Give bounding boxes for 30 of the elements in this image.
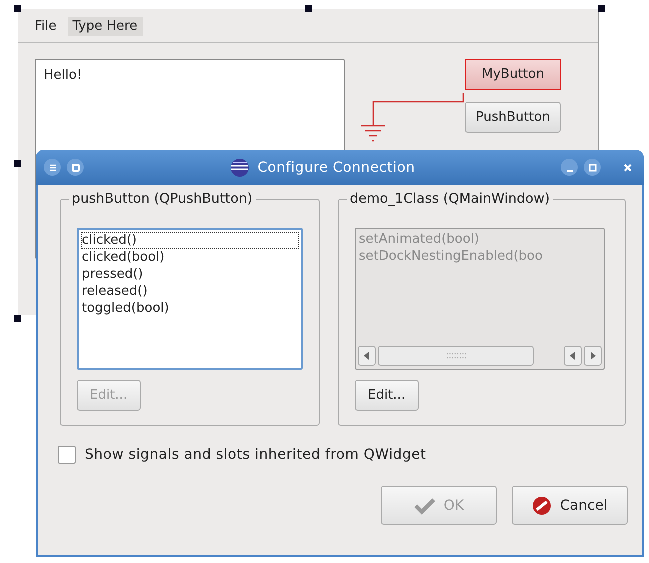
list-item[interactable]: clicked(bool) [81,249,299,266]
selection-handle[interactable] [305,5,312,12]
checkbox[interactable] [58,446,76,464]
list-box[interactable]: clicked() clicked(bool) pressed() released() toggled(bool) [77,228,303,370]
list-item[interactable]: toggled(bool) [81,300,299,317]
checkbox-label: Show signals and slots inherited from QWidget [85,447,426,463]
list-item[interactable]: released() [81,283,299,300]
push-button[interactable]: PushButton [465,102,562,133]
cancel-icon [532,496,552,516]
selection-handle[interactable] [598,5,605,12]
arrow-left-icon [364,352,370,360]
window-title: Configure Connection [258,160,416,176]
minimize-icon[interactable] [561,159,578,176]
list-item[interactable]: pressed() [81,266,299,283]
list-item[interactable]: clicked() [81,232,299,249]
maximize-icon[interactable] [584,159,601,176]
menu-item[interactable]: File [30,17,62,36]
selection-handle[interactable] [14,5,21,12]
checkmark-icon [414,496,436,514]
group-title: demo_1Class (QMainWindow) [347,191,554,207]
group-title: pushButton (QPushButton) [69,191,256,207]
selection-handle[interactable] [14,160,21,167]
arrow-right-icon [590,352,596,360]
arrow-left-icon [570,352,576,360]
menu-item[interactable]: Type Here [68,17,143,36]
push-button[interactable]: MyButton [465,59,562,90]
cancel-button[interactable]: Cancel [512,486,628,525]
selection-handle[interactable] [14,315,21,322]
globe-icon [230,158,250,178]
menu-icon[interactable] [44,159,61,176]
